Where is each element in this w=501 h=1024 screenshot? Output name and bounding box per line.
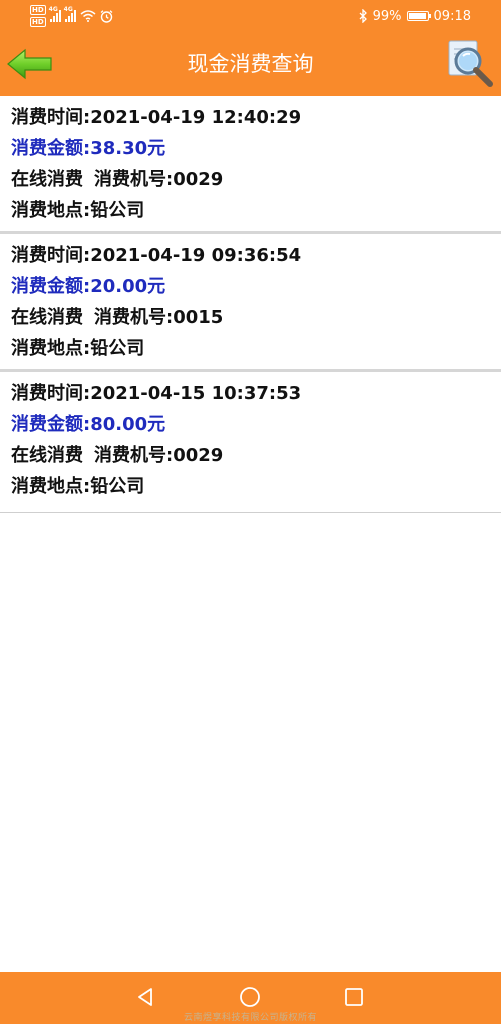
record-type: 在线消费 [11, 169, 83, 190]
nav-home-button[interactable] [239, 986, 261, 1008]
search-button[interactable] [445, 39, 495, 89]
square-recent-icon [345, 988, 363, 1006]
hd-badge: HD [30, 5, 46, 15]
nav-recent-button[interactable] [343, 986, 365, 1008]
record-type: 在线消费 [11, 307, 83, 328]
wifi-icon [80, 10, 96, 22]
list-item[interactable]: 消费时间:2021-04-15 10:37:53 消费金额:80.00元 在线消… [0, 372, 501, 513]
magnifier-icon [448, 40, 493, 87]
record-location: 消费地点:铅公司 [11, 200, 145, 221]
clock-time: 09:18 [433, 8, 471, 24]
record-type-machine: 在线消费 消费机号:0015 [11, 302, 501, 333]
signal-icon: 4G [49, 6, 61, 22]
list-item[interactable]: 消费时间:2021-04-19 09:36:54 消费金额:20.00元 在线消… [0, 234, 501, 372]
record-machine: 消费机号:0015 [94, 307, 224, 328]
record-machine: 消费机号:0029 [94, 445, 224, 466]
record-time: 消费时间:2021-04-19 12:40:29 [11, 107, 302, 128]
record-type-machine: 在线消费 消费机号:0029 [11, 440, 501, 471]
record-amount: 消费金额:80.00元 [11, 414, 166, 435]
status-bar: HD HD 4G 4G 99% 09:18 [0, 0, 501, 33]
hd-badges: HD HD [30, 5, 46, 27]
status-right-icons: 99% 09:18 [359, 7, 471, 25]
record-amount: 消费金额:38.30元 [11, 138, 166, 159]
battery-icon [406, 11, 431, 21]
triangle-back-icon [138, 988, 152, 1006]
green-left-arrow-icon [7, 48, 52, 80]
bluetooth-icon [359, 9, 367, 23]
page-title: 现金消费查询 [187, 52, 314, 76]
signal-label: 4G [63, 6, 73, 13]
record-time: 消费时间:2021-04-19 09:36:54 [11, 245, 302, 266]
back-button[interactable] [6, 47, 54, 81]
alarm-icon [100, 9, 113, 23]
consumption-list: 消费时间:2021-04-19 12:40:29 消费金额:38.30元 在线消… [0, 96, 501, 513]
record-amount: 消费金额:20.00元 [11, 276, 166, 297]
copyright-text: 云南煜享科技有限公司版权所有 [183, 1013, 317, 1023]
battery-percent: 99% [372, 8, 402, 24]
record-location: 消费地点:铅公司 [11, 476, 145, 497]
record-machine: 消费机号:0029 [94, 169, 224, 190]
record-type: 在线消费 [11, 445, 83, 466]
nav-back-button[interactable] [135, 986, 157, 1008]
record-type-machine: 在线消费 消费机号:0029 [11, 164, 501, 195]
title-bar: 现金消费查询 [0, 33, 501, 96]
status-left-icons: HD HD 4G 4G [30, 3, 113, 29]
signal-icon: 4G [64, 6, 76, 22]
signal-label: 4G [48, 6, 58, 13]
hd-badge: HD [30, 17, 46, 27]
record-time: 消费时间:2021-04-15 10:37:53 [11, 383, 302, 404]
app-screen: HD HD 4G 4G 99% 09:18 现金消费查询 消费时间:2021-0… [0, 0, 501, 1024]
list-item[interactable]: 消费时间:2021-04-19 12:40:29 消费金额:38.30元 在线消… [0, 96, 501, 234]
circle-home-icon [240, 987, 260, 1007]
record-location: 消费地点:铅公司 [11, 338, 145, 359]
